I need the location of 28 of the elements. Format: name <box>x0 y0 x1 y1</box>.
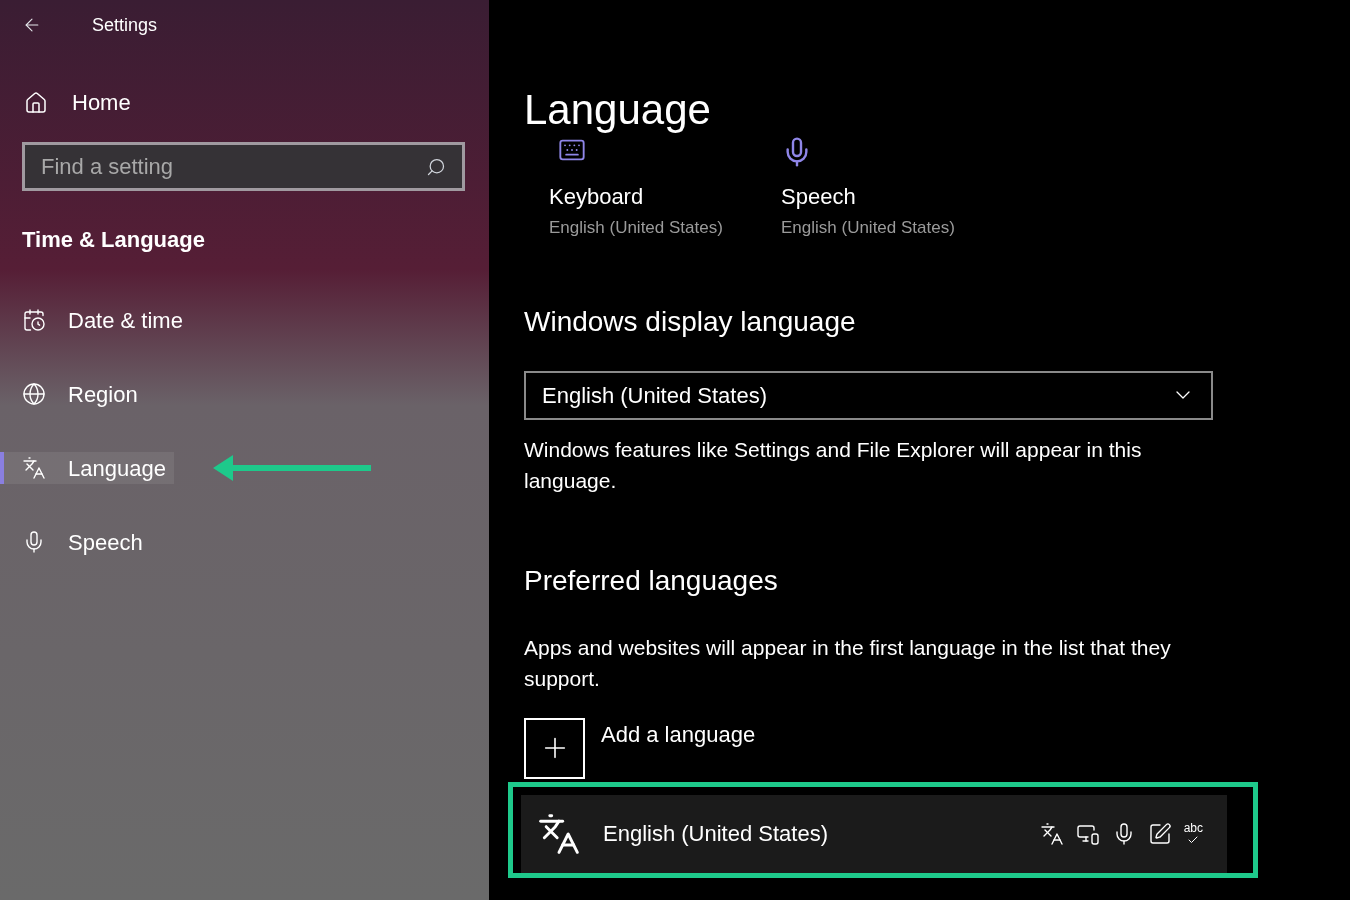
add-language-label[interactable]: Add a language <box>601 717 756 751</box>
description-text: Windows features like Settings and File Explorer will appear in this language. <box>524 436 1143 494</box>
language-icon <box>22 456 46 480</box>
language-icon <box>537 811 581 856</box>
language-icon <box>1039 821 1064 846</box>
calendar-clock-icon <box>22 308 46 332</box>
section-heading: Windows display language <box>524 304 856 339</box>
nav-item[interactable]: Region <box>0 378 146 410</box>
search-icon <box>426 156 446 177</box>
globe-icon <box>22 382 46 406</box>
search-input[interactable]: Find a setting <box>41 150 426 183</box>
section-title: Time & Language <box>22 226 205 254</box>
pen-icon <box>1147 821 1172 846</box>
description-text: Apps and websites will appear in the first language in the list that they support. <box>524 634 1172 692</box>
nav-item[interactable]: Speech <box>0 526 151 558</box>
nav-item[interactable]: Date & time <box>0 304 191 336</box>
display-language-dropdown[interactable]: English (United States) <box>524 370 1213 420</box>
home-icon <box>24 90 48 115</box>
search-field[interactable]: Find a setting <box>22 142 465 191</box>
language-row[interactable]: English (United States) abc <box>521 794 1227 873</box>
quick-link[interactable]: Keyboard English (United States) <box>549 136 733 241</box>
home-link[interactable]: Home <box>24 86 131 119</box>
window-title: Settings <box>92 13 158 37</box>
page-title: Language <box>524 85 711 135</box>
section-heading: Preferred languages <box>524 563 778 598</box>
nav-item[interactable]: Language <box>0 452 174 484</box>
quick-link[interactable]: Speech English (United States) <box>781 136 965 241</box>
add-language-button[interactable] <box>524 717 585 779</box>
